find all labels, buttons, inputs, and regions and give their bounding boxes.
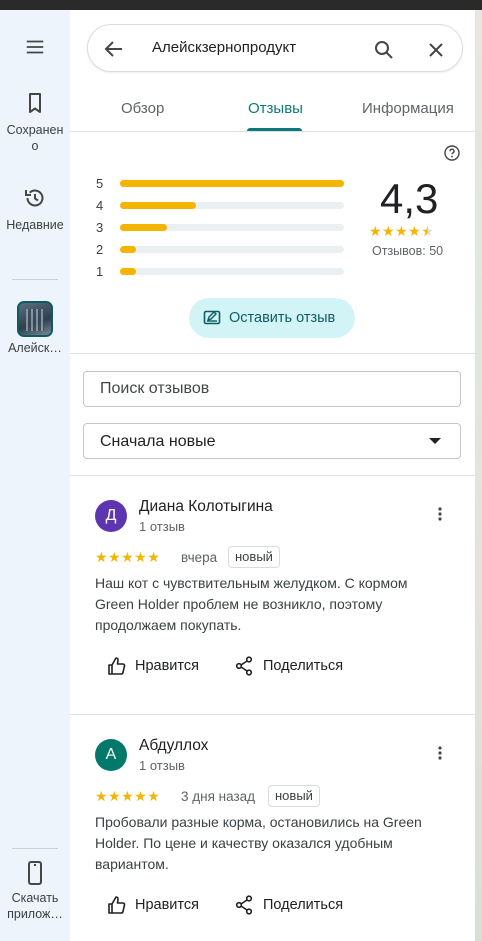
write-review-button[interactable]: Оставить отзыв bbox=[189, 298, 355, 338]
top-strip bbox=[0, 0, 482, 10]
review-card: А Абдуллох 1 отзыв ★★★★★ 3 дня назад нов… bbox=[70, 737, 475, 939]
share-icon bbox=[235, 656, 253, 676]
more-options-icon[interactable] bbox=[432, 506, 448, 522]
divider bbox=[70, 353, 475, 354]
rating-bar-label: 4 bbox=[96, 198, 104, 213]
menu-icon bbox=[26, 40, 44, 54]
menu-button[interactable] bbox=[0, 36, 70, 58]
rating-bar-label: 3 bbox=[96, 220, 104, 235]
left-rail: Сохранено Недавние Алейск… Скачать прило… bbox=[0, 0, 482, 941]
review-count[interactable]: Отзывов: 50 bbox=[372, 244, 443, 258]
sort-label: Сначала новые bbox=[100, 433, 216, 450]
reviewer-avatar[interactable]: Д bbox=[95, 500, 127, 532]
sort-select[interactable]: Сначала новые bbox=[83, 423, 461, 459]
review-text: Наш кот с чувствительным желудком. С кор… bbox=[95, 575, 408, 633]
reviewer-review-count: 1 отзыв bbox=[139, 758, 185, 773]
like-button[interactable]: Нравится bbox=[107, 893, 207, 917]
rating-bar-fill bbox=[120, 202, 197, 209]
new-badge: новый bbox=[228, 546, 280, 568]
thumb-up-icon bbox=[108, 657, 126, 675]
reviewer-review-count: 1 отзыв bbox=[139, 519, 185, 534]
like-button[interactable]: Нравится bbox=[107, 654, 207, 678]
rail-get-app-label: Скачать прилож… bbox=[7, 891, 63, 921]
rail-recent-label: Недавние bbox=[6, 218, 64, 232]
divider bbox=[70, 475, 475, 476]
rail-saved[interactable]: Сохранено bbox=[0, 91, 70, 154]
place-thumbnail bbox=[17, 301, 53, 337]
rating-bar-fill bbox=[120, 224, 168, 231]
rail-divider-bottom bbox=[12, 848, 58, 849]
rail-divider bbox=[12, 279, 58, 280]
rail-saved-label: Сохранено bbox=[6, 123, 64, 153]
dropdown-caret-icon bbox=[429, 438, 441, 444]
review-time: 3 дня назад bbox=[181, 789, 256, 804]
rating-bar-label: 5 bbox=[96, 176, 104, 191]
average-rating: 4,3 bbox=[380, 175, 439, 222]
share-button[interactable]: Поделиться bbox=[235, 654, 355, 678]
rail-recent[interactable]: Недавние bbox=[0, 186, 70, 233]
edit-review-icon bbox=[203, 310, 221, 325]
reviewer-avatar[interactable]: А bbox=[95, 739, 127, 771]
new-badge: новый bbox=[268, 785, 320, 807]
divider bbox=[70, 714, 475, 715]
back-arrow-icon[interactable] bbox=[102, 37, 126, 61]
search-icon[interactable] bbox=[372, 38, 396, 62]
reviewer-name[interactable]: Абдуллох bbox=[139, 737, 208, 755]
rating-bar-track bbox=[120, 224, 344, 231]
active-tab-indicator bbox=[247, 128, 302, 131]
share-label: Поделиться bbox=[263, 658, 344, 674]
rating-bar-track bbox=[120, 202, 344, 209]
rail-get-app[interactable]: Скачать прилож… bbox=[0, 860, 70, 922]
rail-place[interactable]: Алейск… bbox=[0, 301, 70, 356]
rating-bar-track bbox=[120, 246, 344, 253]
reviewer-name[interactable]: Диана Колотыгина bbox=[139, 498, 273, 516]
rating-bar-label: 1 bbox=[96, 264, 104, 279]
place-panel: Алейскзернопродукт Обзор Отзывы Информац… bbox=[70, 10, 475, 941]
review-stars: ★★★★★ bbox=[95, 549, 161, 565]
review-search-input[interactable] bbox=[83, 371, 461, 407]
share-icon bbox=[235, 895, 253, 915]
rating-bar-fill bbox=[120, 246, 136, 253]
thumb-up-icon bbox=[108, 896, 126, 914]
average-stars: ★★★★★ bbox=[369, 223, 435, 239]
review-card: Д Диана Колотыгина 1 отзыв ★★★★★ вчера н… bbox=[70, 498, 475, 700]
help-icon[interactable] bbox=[444, 145, 460, 161]
rating-bar-fill bbox=[120, 180, 344, 187]
search-box[interactable]: Алейскзернопродукт bbox=[87, 24, 463, 72]
phone-icon bbox=[28, 861, 42, 885]
tab-reviews[interactable]: Отзывы bbox=[248, 100, 303, 117]
search-query[interactable]: Алейскзернопродукт bbox=[152, 39, 296, 56]
rating-bar-fill bbox=[120, 268, 136, 275]
more-options-icon[interactable] bbox=[432, 745, 448, 761]
tab-info[interactable]: Информация bbox=[362, 100, 454, 117]
history-icon bbox=[25, 189, 44, 207]
tab-overview[interactable]: Обзор bbox=[121, 100, 164, 117]
rating-bar-track bbox=[120, 268, 344, 275]
tab-bar: Обзор Отзывы Информация bbox=[70, 90, 475, 132]
rating-bar-track bbox=[120, 180, 344, 187]
like-label: Нравится bbox=[135, 658, 199, 674]
share-label: Поделиться bbox=[263, 897, 344, 913]
share-button[interactable]: Поделиться bbox=[235, 893, 355, 917]
review-time: вчера bbox=[181, 550, 218, 565]
review-stars: ★★★★★ bbox=[95, 788, 161, 804]
review-text: Пробовали разные корма, остановились на … bbox=[95, 814, 422, 872]
bookmark-icon bbox=[29, 93, 41, 113]
rating-bar-label: 2 bbox=[96, 242, 104, 257]
write-review-label: Оставить отзыв bbox=[229, 310, 336, 326]
like-label: Нравится bbox=[135, 897, 199, 913]
map-edge[interactable] bbox=[475, 10, 482, 941]
rail-place-label: Алейск… bbox=[8, 341, 62, 355]
close-icon[interactable] bbox=[424, 38, 448, 62]
